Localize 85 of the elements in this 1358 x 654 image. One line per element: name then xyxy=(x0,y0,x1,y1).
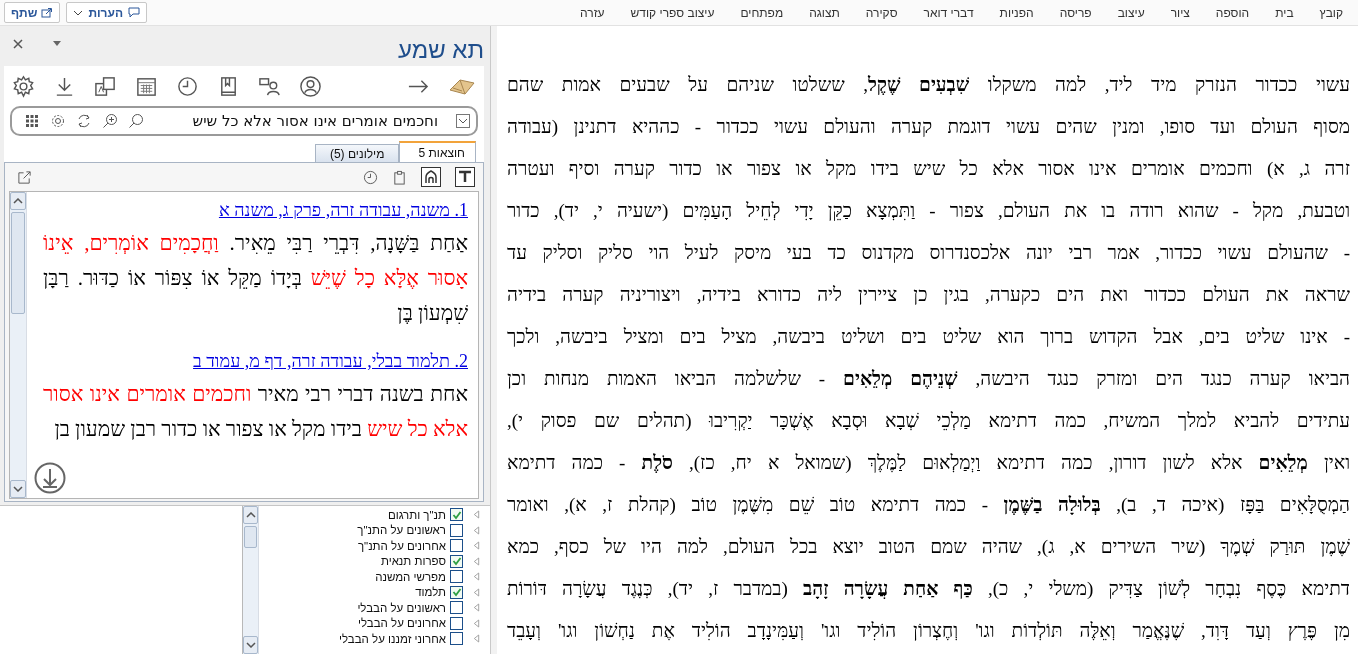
text-line: ואין מְלֵאִים אלא לשון דורון, כמה דתימא וַיְמַלְאוּם לַמֶּלֶךְ (שמואל א יח, כז), סֹלֶת - כמה דתימא xyxy=(507,451,1350,475)
search-bar[interactable]: וחכמים אומרים אינו אסור אלא כל שיש xyxy=(10,106,478,136)
text-line: וטבעת, מקל - שהוא רודה בו את העולם, צפור - וַתִּמְצָא כַקֵּן יָדִי לְחֵיל הָעַמִּים (ישעיה י, יד), כדור xyxy=(507,199,1350,223)
result-link[interactable]: 2. תלמוד בבלי, עבודה זרה, דף מ, עמוד ב xyxy=(43,349,468,373)
scroll-thumb[interactable] xyxy=(11,212,25,314)
caret-icon xyxy=(73,8,84,17)
text-line: - שהעולם עשוי ככדור, אמר רבי יונה אלכסנדרוס מקדנוס כד בעי מיסק לעיל הוי סליק וסליק עד xyxy=(507,241,1350,265)
scroll-to-bottom-icon[interactable] xyxy=(34,462,66,494)
checkbox[interactable] xyxy=(450,570,463,584)
text-format-icon[interactable] xyxy=(455,167,475,187)
category-label: ספרות תנאית xyxy=(380,555,446,568)
menu-item[interactable]: תצוגה xyxy=(796,5,853,20)
checkbox[interactable] xyxy=(450,601,463,615)
text-line: מִן פֶּרֶץ וְעַד דָּוִד, שֶׁנֶּאֱמַר וְאֵלֶּה תּוֹלְדוֹת וגו' וְחֶצְרוֹן הוֹלִיד וגו' וְעַמִּינָדָב הוֹלִיד אֶת נַחְשׁוֹן וגו' וְעָבֵד xyxy=(507,619,1350,643)
menu-item[interactable]: עזרה xyxy=(567,5,618,20)
comments-button[interactable]: הערות xyxy=(66,2,148,23)
checkbox[interactable] xyxy=(450,539,463,553)
scroll-down-icon[interactable] xyxy=(245,642,256,648)
dropdown-icon[interactable] xyxy=(456,114,470,128)
tab[interactable]: חוצאות 5 xyxy=(399,141,476,162)
text-line: הביאו קערה כנגד הים ומזרק כנגד היבשה, שְׁנֵיהֶם מְלֵאִים - שלשלמה הביאו האמות מנחות וכן xyxy=(507,367,1350,391)
text-line: דתימא כֶּסֶף נִבְחָר לְשׁוֹן צַדִּיק (משלי י, כ), כַּף אַחַת עֲשָׂרָה זָהָב (במדבר ז, יד), כְּנֶגֶד עֲשָׂרָה דּוֹרוֹת xyxy=(507,577,1350,601)
comment-icon xyxy=(128,7,141,18)
text-line: עתידים להביא למלך המשיח, כמה דתימא מַלְכֵי שְׁבָא וּסְבָא אֶשְׁכָּר יַקְרִיבוּ (תהלים שם פסוק י), xyxy=(507,409,1350,433)
menu-item[interactable]: פריסה xyxy=(1046,5,1105,20)
result-text: אַחַת בַּשָּׁנָה, דִּבְרֵי רַבִּי מֵאִיר. וַחֲכָמִים אוֹמְרִים, אֵינוֹ אָסוּר אֶלָּא כָל שֶׁיֵּשׁ בְּיָדוֹ מַקֵּל אוֹ צִפּוֹר אוֹ כַדּוּר. רַבָּן שִׁמְעוֹן בֶּן xyxy=(43,230,468,327)
result-text: אחת בשנה דברי רבי מאיר וחכמים אומרים אינו אסור אלא כל שיש בידו מקל או צפור או כדור רבן שמעון בן xyxy=(43,381,468,443)
checkbox[interactable] xyxy=(450,523,463,537)
settings-icon[interactable] xyxy=(50,113,66,129)
menu-item[interactable]: בית xyxy=(1262,5,1307,20)
menu-item[interactable]: דברי דואר xyxy=(910,5,987,20)
text-line: הַמְסֻלָּאִים בַּפָּז (איכה ד, ב), בְּלוּלָה בַשֶּׁמֶן - כמה דתימא טוֹב שֵׁם מִשֶּׁמֶן טוֹב (קהלת ז, א), ואומר xyxy=(507,493,1350,517)
share-icon xyxy=(41,7,54,18)
text-line: שֶׁמֶן תּוּרַק שְׁמֶךָ (שיר השירים א, ג), שהיה שמם הטוב יוצא בכל העולם, למה היו של כסף, כמא xyxy=(507,535,1350,559)
category-label: מפרשי המשנה xyxy=(375,570,446,583)
category-label: אחרונים על התנ"ך xyxy=(357,539,446,552)
clock-icon[interactable] xyxy=(176,74,199,98)
scroll-down-icon[interactable] xyxy=(13,486,23,492)
category-label: תנ"ך ותרגום xyxy=(388,508,446,521)
scrollbar[interactable] xyxy=(10,192,27,498)
scroll-up-icon[interactable] xyxy=(13,198,23,204)
tab[interactable]: מילונים (5) xyxy=(314,144,400,162)
checkbox[interactable] xyxy=(450,616,463,630)
text-line: זרה ג, א) וחכמים אומרים אינו אסור אלא כל שיש בידו מקל או צפור או כדור קערה וסיף ועטרה xyxy=(507,157,1350,181)
checkbox[interactable] xyxy=(450,585,463,599)
text-line: מסוף העולם ועד סופו, ומנין שהים עשוי דוגמת קערה והעולם עשוי ככדור - כההיא דתנינן (עבודה xyxy=(507,115,1350,139)
category-label: ראשונים על התנ"ך xyxy=(357,524,446,537)
menu-item[interactable]: מפתחים xyxy=(727,5,797,20)
clipboard-icon[interactable] xyxy=(392,169,407,185)
refresh-icon[interactable] xyxy=(76,113,92,129)
text-line: שראה את העולם ככדור ואת הים כקערה, בגין כן ציירין ליה כדורא בידיה, ויצוריניה קערה בידיה xyxy=(507,283,1350,307)
checkbox[interactable] xyxy=(450,508,463,522)
menu-item[interactable]: הפניות xyxy=(986,5,1047,20)
close-icon[interactable] xyxy=(12,38,24,50)
arch-icon[interactable] xyxy=(421,167,441,187)
menu-item[interactable]: ציור xyxy=(1157,5,1203,20)
menu-item[interactable]: עיצוב ספרי קודש xyxy=(617,5,728,20)
search-field[interactable]: וחכמים אומרים אינו אסור אלא כל שיש xyxy=(154,112,446,130)
settings-icon[interactable] xyxy=(12,74,35,98)
checkbox[interactable] xyxy=(450,554,463,568)
scroll-up-icon[interactable] xyxy=(245,512,256,518)
user-icon[interactable] xyxy=(299,74,322,98)
category-label: ראשונים על הבבלי xyxy=(357,601,446,614)
category-label: תלמוד xyxy=(415,586,446,599)
zoom-in-icon[interactable] xyxy=(102,113,118,129)
scroll-thumb[interactable] xyxy=(244,526,257,548)
menu-item[interactable]: הוספה xyxy=(1202,5,1263,20)
category-label: אחרוני זמננו על הבבלי xyxy=(339,632,446,645)
share-button[interactable]: שתף xyxy=(4,2,61,23)
dropdown-icon[interactable] xyxy=(52,41,62,47)
clock-icon[interactable] xyxy=(363,169,378,185)
search-icon[interactable] xyxy=(128,113,144,129)
translate-icon[interactable] xyxy=(94,74,117,98)
grid-icon[interactable] xyxy=(24,113,40,129)
scrollbar[interactable] xyxy=(243,506,259,654)
result-link[interactable]: 1. משנה, עבודה זרה, פרק ג, משנה א xyxy=(43,198,468,222)
menu-item[interactable]: קובץ xyxy=(1306,5,1356,20)
text-line: - אינו שליט בים, אבל הקדוש ברוך הוא שליט בים ושליט ביבשה, מציל בים ומציל ביבשה, ולכך xyxy=(507,325,1350,349)
panel-title: תא שמע xyxy=(397,36,484,64)
menu-item[interactable]: עיצוב xyxy=(1104,5,1158,20)
menu-item[interactable]: סקירה xyxy=(852,5,911,20)
external-link-icon[interactable] xyxy=(17,169,32,185)
text-line: עשוי ככדור הנזרק מיד ליד, למה משקלו שִׁבְעִים שֶׁקֶל, ששלטו שניהם על שבעים אמות שהם xyxy=(507,73,1350,97)
checkbox[interactable] xyxy=(450,632,463,646)
category-label: אחרונים על הבבלי xyxy=(357,617,446,630)
